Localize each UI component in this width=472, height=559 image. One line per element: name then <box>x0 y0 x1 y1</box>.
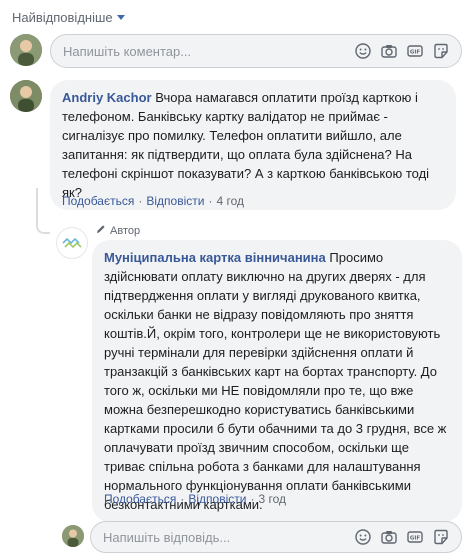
pencil-icon <box>96 224 106 237</box>
comment-author[interactable]: Andriy Kachor <box>62 90 152 105</box>
svg-text:GIF: GIF <box>410 536 421 542</box>
commenter-avatar[interactable] <box>10 80 42 112</box>
gif-icon[interactable]: GIF <box>407 529 423 545</box>
comment-bubble: Andriy Kachor Вчора намагався оплатити п… <box>50 80 456 210</box>
reply-actions: Подобається · Відповісти · 3 год <box>104 492 286 506</box>
sort-label: Найвідповідніше <box>12 10 113 25</box>
current-user-avatar <box>10 34 42 66</box>
comment-input[interactable]: Напишіть коментар... GIF <box>50 34 462 68</box>
reply-time[interactable]: 3 год <box>258 492 286 506</box>
comment-time[interactable]: 4 год <box>216 194 244 208</box>
emoji-icon[interactable] <box>355 43 371 59</box>
sticker-icon[interactable] <box>433 529 449 545</box>
author-badge-label: Автор <box>110 224 141 237</box>
like-link[interactable]: Подобається <box>62 194 134 208</box>
emoji-icon[interactable] <box>355 529 371 545</box>
reply-link[interactable]: Відповісти <box>146 194 204 208</box>
reply-bubble: Муніципальна картка вінничанина Просимо … <box>92 240 462 522</box>
reply-input[interactable]: Напишіть відповідь... GIF <box>90 521 462 553</box>
author-badge: Автор <box>96 224 140 237</box>
comment-text: Вчора намагався оплатити проїзд карткою … <box>62 90 430 200</box>
reply-author[interactable]: Муніципальна картка вінничанина <box>104 250 326 265</box>
thread-connector <box>36 188 50 234</box>
comment-input-placeholder: Напишіть коментар... <box>63 43 192 59</box>
sticker-icon[interactable] <box>433 43 449 59</box>
reply-input-placeholder: Напишіть відповідь... <box>103 529 231 545</box>
camera-icon[interactable] <box>381 529 397 545</box>
org-avatar[interactable] <box>56 227 88 259</box>
reply-reply-link[interactable]: Відповісти <box>188 492 246 506</box>
current-user-avatar-small <box>62 525 84 547</box>
gif-icon[interactable]: GIF <box>407 43 423 59</box>
sort-dropdown[interactable]: Найвідповідніше <box>12 10 125 25</box>
reply-text: Просимо здійснювати оплату виключно на д… <box>104 250 447 512</box>
reply-like-link[interactable]: Подобається <box>104 492 176 506</box>
comment-actions: Подобається · Відповісти · 4 год <box>62 194 244 208</box>
svg-text:GIF: GIF <box>410 50 421 56</box>
chevron-down-icon <box>116 15 125 20</box>
camera-icon[interactable] <box>381 43 397 59</box>
